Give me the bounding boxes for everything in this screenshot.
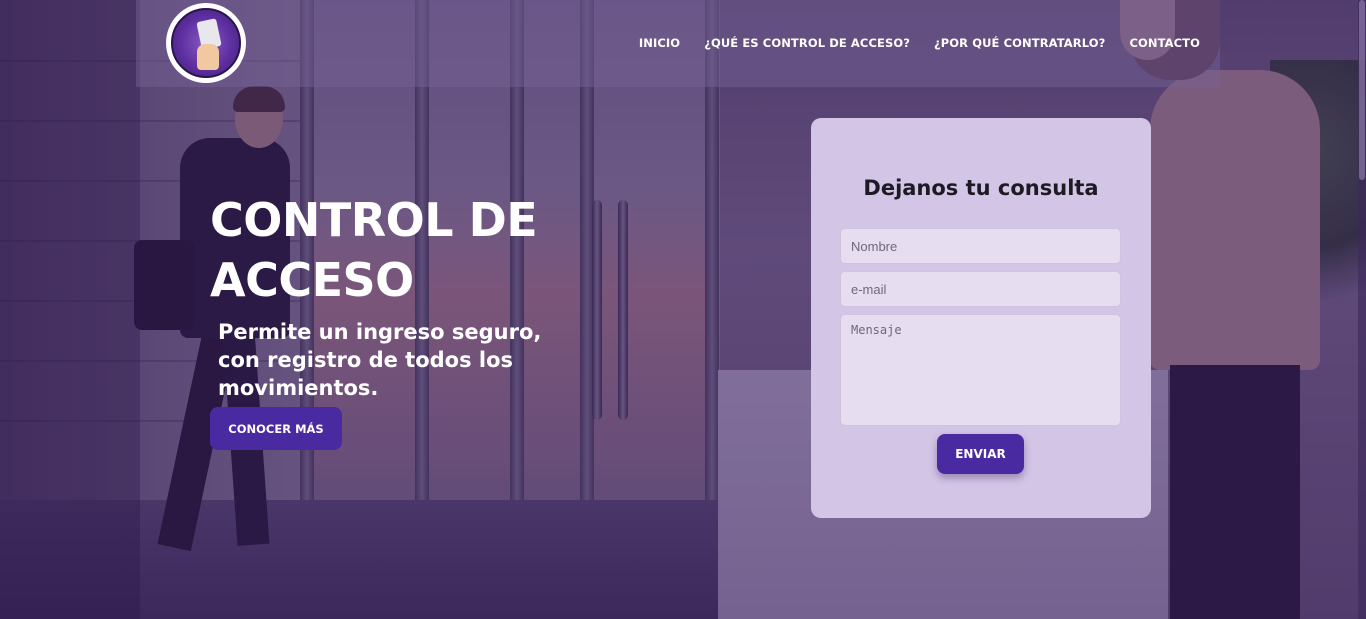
hero-subtitle: Permite un ingreso seguro, con registro …: [218, 320, 542, 400]
contact-form: Dejanos tu consulta ENVIAR: [811, 118, 1151, 518]
name-input[interactable]: [840, 228, 1121, 264]
purple-overlay: [0, 0, 1366, 619]
nav-item-contacto[interactable]: CONTACTO: [1129, 36, 1200, 50]
hero-background-image: [0, 0, 1366, 619]
scrollbar-thumb[interactable]: [1359, 0, 1365, 180]
nav-item-por-que[interactable]: ¿POR QUÉ CONTRATARLO?: [934, 36, 1105, 50]
hero-title-line1: CONTROL DE: [210, 193, 538, 247]
nav-item-que-es[interactable]: ¿QUÉ ES CONTROL DE ACCESO?: [704, 36, 910, 50]
main-nav: INICIO ¿QUÉ ES CONTROL DE ACCESO? ¿POR Q…: [639, 36, 1200, 50]
message-textarea[interactable]: [840, 314, 1121, 426]
enviar-button[interactable]: ENVIAR: [937, 434, 1024, 474]
site-logo[interactable]: [166, 3, 246, 83]
access-card-hand-icon: [171, 8, 241, 78]
nav-item-inicio[interactable]: INICIO: [639, 36, 680, 50]
page-scrollbar[interactable]: [1358, 0, 1366, 619]
hero-title-line2: ACCESO: [210, 253, 414, 307]
email-input[interactable]: [840, 271, 1121, 307]
conocer-mas-button[interactable]: CONOCER MÁS: [210, 407, 342, 450]
site-header: INICIO ¿QUÉ ES CONTROL DE ACCESO? ¿POR Q…: [136, 0, 1220, 87]
hero-title: CONTROL DE ACCESO: [210, 190, 630, 310]
form-title: Dejanos tu consulta: [863, 176, 1099, 200]
